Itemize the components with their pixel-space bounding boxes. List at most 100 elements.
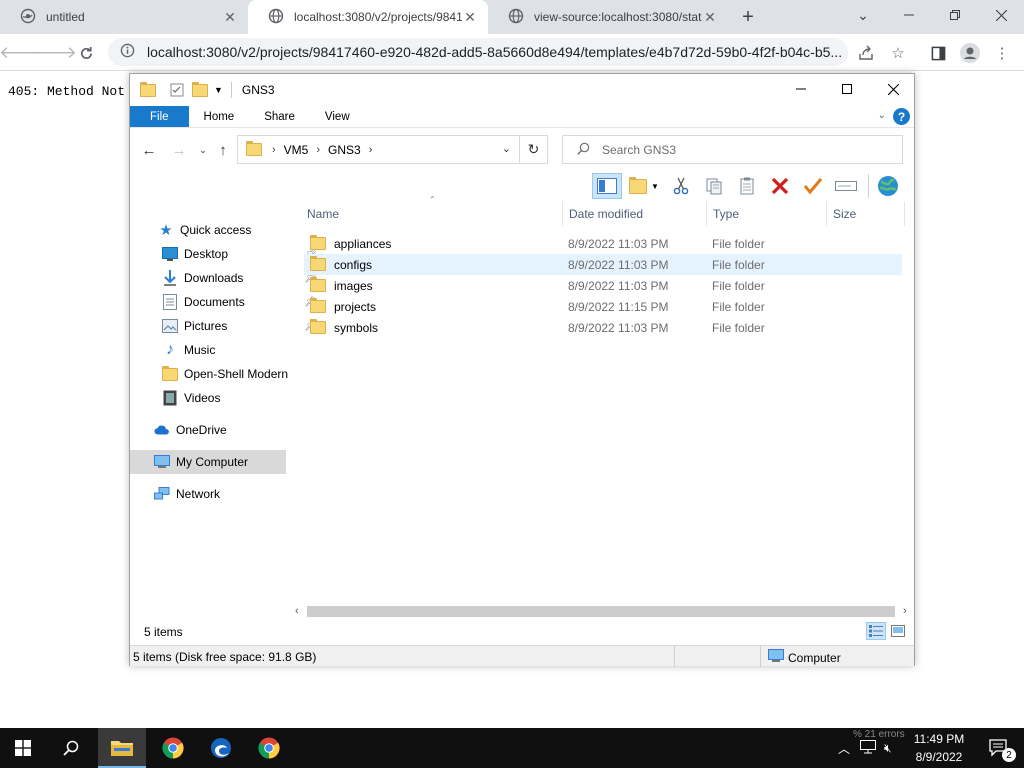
taskbar-chrome-2[interactable] [246, 728, 292, 768]
refresh-icon[interactable]: ↻ [519, 135, 547, 164]
details-view-button[interactable] [866, 622, 886, 640]
tab-view-source[interactable]: view-source:localhost:3080/static ✕ [488, 0, 728, 34]
nav-downloads[interactable]: Downloads 📌︎ [162, 266, 317, 290]
search-input[interactable]: Search GNS3 [562, 135, 903, 164]
search-button[interactable] [48, 728, 94, 768]
menu-kebab-icon[interactable]: ⋮ [988, 39, 1016, 67]
nav-documents[interactable]: Documents 📌︎ [162, 290, 317, 314]
quick-access-toolbar: ▼ [140, 81, 223, 97]
file-row[interactable]: configs 8/9/2022 11:03 PM File folder [304, 254, 902, 275]
customize-qat-icon[interactable]: ▼ [214, 85, 223, 95]
nav-pictures[interactable]: Pictures 📌︎ [162, 314, 317, 338]
taskbar-edge[interactable] [198, 728, 244, 768]
chevron-right-icon[interactable]: › [272, 144, 276, 156]
file-explorer-window: ▼ GNS3 File Home Share View ⌄ ? ← → ⌄ ↑ … [129, 73, 915, 667]
restore-button[interactable] [932, 0, 978, 30]
delete-button[interactable] [765, 173, 795, 199]
properties-icon[interactable] [170, 83, 184, 97]
help-icon[interactable]: ? [893, 108, 910, 125]
up-arrow-icon[interactable]: ↑ [212, 140, 234, 160]
side-panel-icon[interactable] [924, 39, 952, 67]
clock-date: 8/9/2022 [915, 750, 963, 764]
file-row[interactable]: projects 8/9/2022 11:15 PM File folder [304, 296, 902, 317]
nav-my-computer[interactable]: My Computer [130, 450, 286, 474]
expand-ribbon-icon[interactable]: ⌄ [878, 110, 886, 121]
column-header-type[interactable]: Type [707, 202, 827, 226]
chevron-up-icon[interactable]: ︿ [838, 740, 850, 757]
tab-home[interactable]: Home [189, 106, 250, 127]
nav-desktop[interactable]: Desktop 📌︎ [162, 242, 317, 266]
paste-button[interactable] [732, 173, 762, 199]
column-header-name[interactable]: Name [301, 202, 563, 226]
file-row[interactable]: images 8/9/2022 11:03 PM File folder [304, 275, 902, 296]
close-icon[interactable]: ✕ [222, 9, 238, 25]
new-folder-button[interactable]: ▼ [625, 173, 663, 199]
copy-button[interactable] [699, 173, 729, 199]
nav-open-shell-modern[interactable]: Open-Shell Modern [162, 362, 288, 386]
nav-music[interactable]: ♪ Music [162, 338, 215, 362]
close-window-button[interactable] [870, 74, 916, 104]
cut-button[interactable] [666, 173, 696, 199]
minimize-button[interactable] [886, 0, 932, 30]
rename-button[interactable] [831, 173, 861, 199]
preview-pane-button[interactable] [592, 173, 622, 199]
horizontal-scrollbar[interactable]: ‹ › [293, 603, 913, 620]
clock[interactable]: 11:49 PM 8/9/2022 [904, 730, 974, 766]
reload-icon[interactable] [72, 39, 100, 67]
large-icons-view-button[interactable] [888, 622, 908, 640]
tab-file[interactable]: File [130, 106, 189, 127]
new-folder-icon[interactable] [192, 81, 208, 97]
taskbar-file-explorer[interactable] [98, 728, 146, 768]
recent-locations-icon[interactable]: ⌄ [192, 140, 214, 160]
tab-share[interactable]: Share [249, 106, 310, 127]
close-icon[interactable]: ✕ [702, 9, 718, 25]
back-arrow-icon[interactable]: ← [138, 140, 160, 160]
new-tab-button[interactable]: + [736, 5, 760, 29]
scroll-left-icon[interactable]: ‹ [295, 605, 299, 617]
scroll-right-icon[interactable]: › [903, 605, 907, 617]
info-icon[interactable] [120, 43, 135, 61]
nav-onedrive[interactable]: OneDrive [154, 418, 227, 442]
forward-arrow-icon[interactable]: → [168, 140, 190, 160]
maximize-button[interactable] [824, 74, 870, 104]
network-icon[interactable] [860, 739, 877, 757]
nav-label: Network [176, 487, 221, 501]
speaker-muted-icon[interactable]: 🔇︎ [884, 741, 892, 756]
share-icon[interactable] [852, 39, 880, 67]
profile-avatar-icon[interactable] [956, 39, 984, 67]
minimize-button[interactable] [778, 74, 824, 104]
chevron-right-icon[interactable]: › [316, 144, 320, 156]
forward-arrow-icon[interactable]: 🡒 [31, 39, 77, 67]
explorer-title-bar[interactable]: ▼ GNS3 [130, 74, 914, 106]
taskbar-chrome[interactable] [150, 728, 196, 768]
tab-view[interactable]: View [310, 106, 365, 127]
scrollbar-thumb[interactable] [307, 606, 895, 617]
breadcrumb-gns3[interactable]: GNS3 [328, 143, 361, 157]
bookmark-star-icon[interactable]: ☆ [884, 39, 912, 67]
chevron-right-icon[interactable]: › [369, 144, 373, 156]
folder-icon [310, 256, 326, 271]
address-bar[interactable]: localhost:3080/v2/projects/98417460-e920… [108, 38, 848, 66]
apply-button[interactable] [798, 173, 828, 199]
file-date: 8/9/2022 11:03 PM [568, 278, 669, 293]
close-window-button[interactable] [978, 0, 1024, 30]
tab-untitled[interactable]: untitled ✕ [0, 0, 248, 34]
breadcrumb-vm5[interactable]: VM5 [284, 143, 309, 157]
chevron-down-icon[interactable]: ⌄ [502, 142, 511, 155]
explorer-address-bar[interactable]: › VM5 › GNS3 › ⌄ [237, 135, 548, 164]
column-header-date[interactable]: Date modified [563, 202, 707, 226]
action-center-button[interactable]: 2 [976, 728, 1022, 768]
file-row[interactable]: symbols 8/9/2022 11:03 PM File folder [304, 317, 902, 338]
file-row[interactable]: appliances 8/9/2022 11:03 PM File folder [304, 233, 902, 254]
nav-network[interactable]: Network [154, 482, 220, 506]
tab-localhost-template[interactable]: localhost:3080/v2/projects/98417 ✕ [248, 0, 488, 34]
start-button[interactable] [0, 728, 46, 768]
internet-button[interactable] [873, 173, 903, 199]
nav-quick-access[interactable]: ★ Quick access [158, 218, 251, 242]
chevron-down-icon[interactable]: ⌄ [840, 0, 886, 30]
url-text: localhost:3080/v2/projects/98417460-e920… [147, 44, 843, 60]
nav-videos[interactable]: Videos [162, 386, 220, 410]
column-header-size[interactable]: Size [827, 202, 905, 226]
nav-label: Open-Shell Modern [184, 367, 289, 381]
close-icon[interactable]: ✕ [462, 9, 478, 25]
